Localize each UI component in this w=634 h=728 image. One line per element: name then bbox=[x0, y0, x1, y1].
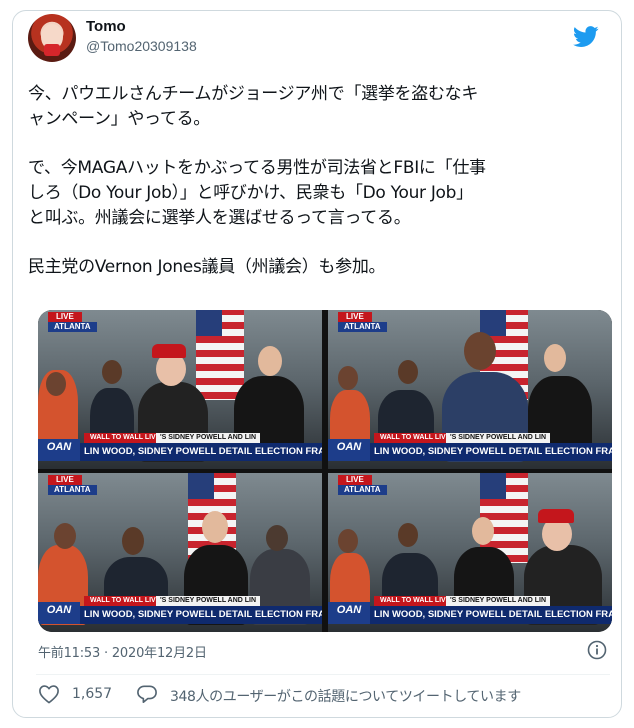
reply-bubble-icon[interactable] bbox=[136, 684, 158, 704]
author-handle[interactable]: @Tomo20309138 bbox=[86, 38, 197, 54]
wall-sub: 'S SIDNEY POWELL AND LIN bbox=[156, 596, 261, 606]
live-label: LIVE bbox=[338, 475, 372, 485]
like-count[interactable]: 1,657 bbox=[72, 686, 112, 702]
info-icon[interactable] bbox=[587, 640, 607, 660]
news-lower-third: WALL TO WALL LIVE 'S SIDNEY POWELL AND L… bbox=[38, 433, 322, 463]
location-label: ATLANTA bbox=[48, 322, 97, 332]
news-lower-third: WALL TO WALL LIVE 'S SIDNEY POWELL AND L… bbox=[38, 596, 322, 626]
network-logo: OAN bbox=[328, 602, 370, 624]
tweet-paragraph-2: で、今MAGAハットをかぶってる男性が司法省とFBIに「仕事 しろ（Do You… bbox=[28, 156, 608, 231]
twitter-bird-icon[interactable] bbox=[573, 26, 599, 48]
live-badge: LIVE ATLANTA bbox=[338, 312, 387, 332]
video-frame-3[interactable]: LIVE ATLANTA WALL TO WALL LIVE 'S SIDNEY… bbox=[38, 473, 322, 632]
wall-sub: 'S SIDNEY POWELL AND LIN bbox=[156, 433, 261, 443]
author-display-name[interactable]: Tomo bbox=[86, 18, 126, 35]
live-badge: LIVE ATLANTA bbox=[48, 312, 97, 332]
tweet-line: と叫ぶ。州議会に選挙人を選ばせるって言ってる。 bbox=[28, 208, 411, 228]
network-logo: OAN bbox=[38, 602, 80, 624]
video-frame-1[interactable]: LIVE ATLANTA WALL TO WALL LIVE 'S SIDNEY… bbox=[38, 310, 322, 469]
wall-sub: 'S SIDNEY POWELL AND LIN bbox=[446, 433, 551, 443]
network-logo: OAN bbox=[38, 439, 80, 461]
tweet-paragraph-3: 民主党のVernon Jones議員（州議会）も参加。 bbox=[28, 255, 608, 280]
location-label: ATLANTA bbox=[338, 322, 387, 332]
news-headline: LIN WOOD, SIDNEY POWELL DETAIL ELECTION … bbox=[370, 606, 612, 624]
avatar[interactable] bbox=[28, 14, 76, 62]
video-frame-4[interactable]: LIVE ATLANTA WALL TO WALL LIVE 'S SIDNEY… bbox=[328, 473, 612, 632]
video-frame-2[interactable]: LIVE ATLANTA WALL TO WALL LIVE 'S SIDNEY… bbox=[328, 310, 612, 469]
divider bbox=[36, 674, 610, 675]
network-logo: OAN bbox=[328, 439, 370, 461]
wall-sub: 'S SIDNEY POWELL AND LIN bbox=[446, 596, 551, 606]
news-headline: LIN WOOD, SIDNEY POWELL DETAIL ELECTION … bbox=[80, 606, 322, 624]
wall-label: WALL TO WALL LIVE bbox=[84, 596, 167, 606]
heart-icon[interactable] bbox=[38, 684, 60, 704]
tweet-line: しろ（Do Your Job）」と呼びかけ、民衆も「Do Your Job」 bbox=[28, 183, 473, 203]
live-label: LIVE bbox=[338, 312, 372, 322]
flag-graphic bbox=[196, 310, 244, 400]
tweet-timestamp[interactable]: 午前11:53 · 2020年12月2日 bbox=[38, 642, 207, 661]
live-label: LIVE bbox=[48, 312, 82, 322]
wall-label: WALL TO WALL LIVE bbox=[374, 596, 457, 606]
live-badge: LIVE ATLANTA bbox=[48, 475, 97, 495]
tweet-paragraph-1: 今、パウエルさんチームがジョージア州で「選挙を盗むなキ ャンペーン」やってる。 bbox=[28, 82, 608, 132]
news-headline: LIN WOOD, SIDNEY POWELL DETAIL ELECTION … bbox=[80, 443, 322, 461]
live-label: LIVE bbox=[48, 475, 82, 485]
conversation-link[interactable]: 348人のユーザーがこの話題についてツイートしています bbox=[170, 686, 521, 706]
live-badge: LIVE ATLANTA bbox=[338, 475, 387, 495]
tweet-text: 今、パウエルさんチームがジョージア州で「選挙を盗むなキ ャンペーン」やってる。 … bbox=[28, 82, 608, 304]
news-lower-third: WALL TO WALL LIVE 'S SIDNEY POWELL AND L… bbox=[328, 433, 612, 463]
tweet-line: ャンペーン」やってる。 bbox=[28, 109, 210, 129]
tweet-line: 民主党のVernon Jones議員（州議会）も参加。 bbox=[28, 257, 386, 277]
media-grid[interactable]: LIVE ATLANTA WALL TO WALL LIVE 'S SIDNEY… bbox=[38, 310, 612, 632]
news-lower-third: WALL TO WALL LIVE 'S SIDNEY POWELL AND L… bbox=[328, 596, 612, 626]
wall-label: WALL TO WALL LIVE bbox=[84, 433, 167, 443]
wall-label: WALL TO WALL LIVE bbox=[374, 433, 457, 443]
location-label: ATLANTA bbox=[48, 485, 97, 495]
news-headline: LIN WOOD, SIDNEY POWELL DETAIL ELECTION … bbox=[370, 443, 612, 461]
tweet-line: で、今MAGAハットをかぶってる男性が司法省とFBIに「仕事 bbox=[28, 158, 486, 178]
location-label: ATLANTA bbox=[338, 485, 387, 495]
tweet-line: 今、パウエルさんチームがジョージア州で「選挙を盗むなキ bbox=[28, 84, 479, 104]
